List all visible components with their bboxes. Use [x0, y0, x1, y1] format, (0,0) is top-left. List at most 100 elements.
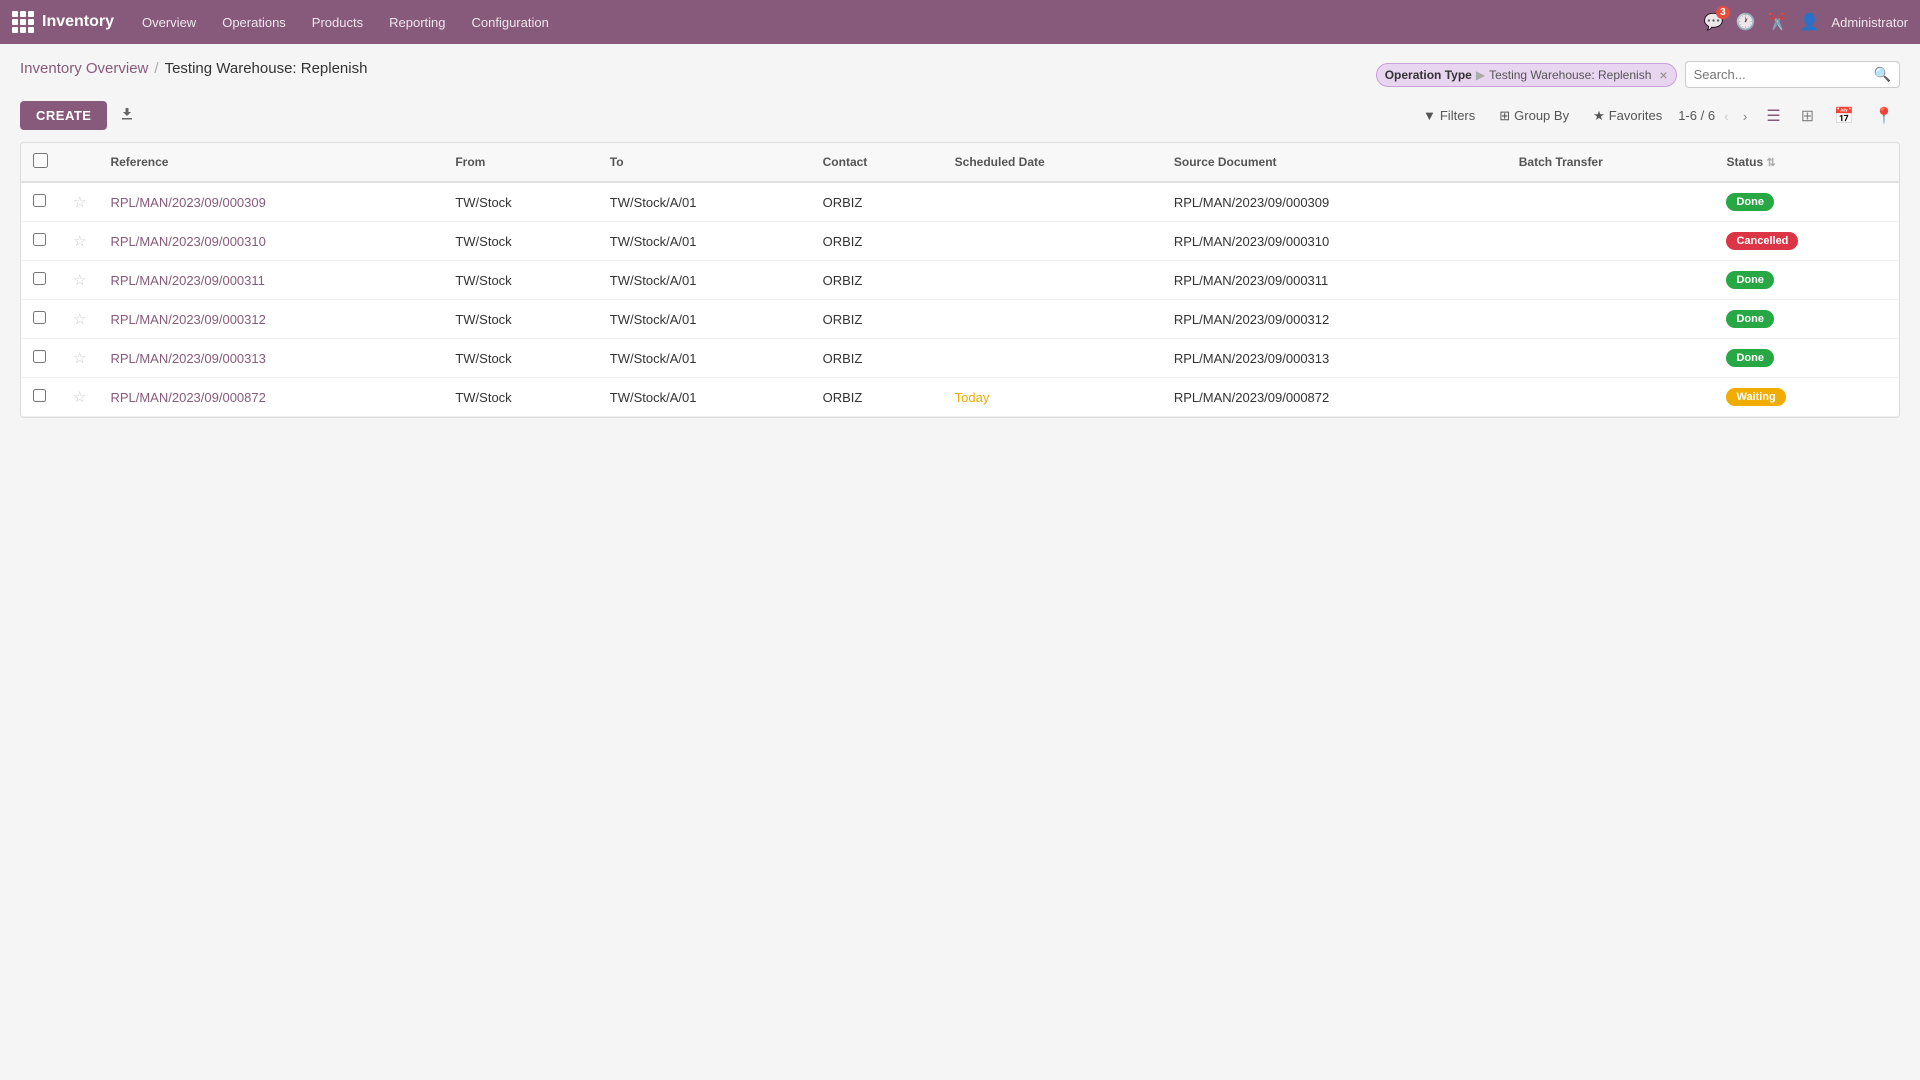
- admin-label: Administrator: [1831, 15, 1908, 30]
- row-reference[interactable]: RPL/MAN/2023/09/000309: [98, 182, 443, 222]
- clock-icon[interactable]: 🕐: [1736, 12, 1756, 32]
- row-reference[interactable]: RPL/MAN/2023/09/000313: [98, 339, 443, 378]
- today-label: Today: [955, 390, 990, 405]
- row-source-document: RPL/MAN/2023/09/000312: [1162, 300, 1507, 339]
- row-status-cell: Cancelled: [1714, 222, 1899, 261]
- settings-icon[interactable]: ✂️: [1768, 12, 1788, 32]
- favorites-button[interactable]: ★ Favorites: [1585, 104, 1670, 128]
- col-header-batch-transfer[interactable]: Batch Transfer: [1507, 143, 1715, 182]
- search-icon[interactable]: 🔍: [1874, 66, 1891, 83]
- status-badge: Cancelled: [1726, 232, 1798, 250]
- col-header-contact[interactable]: Contact: [811, 143, 943, 182]
- pagination-info: 1-6 / 6: [1678, 108, 1715, 123]
- kanban-view-button[interactable]: ⊞: [1795, 102, 1820, 130]
- row-reference[interactable]: RPL/MAN/2023/09/000312: [98, 300, 443, 339]
- row-batch-transfer: [1507, 300, 1715, 339]
- sort-icon: ⇅: [1766, 157, 1775, 169]
- app-logo[interactable]: Inventory: [12, 11, 114, 33]
- main-content: Inventory Overview / Testing Warehouse: …: [0, 44, 1920, 434]
- col-header-source-document[interactable]: Source Document: [1162, 143, 1507, 182]
- row-status-cell: Done: [1714, 339, 1899, 378]
- data-table-wrap: Reference From To Contact Scheduled Date…: [20, 142, 1900, 418]
- row-checkbox[interactable]: [33, 272, 46, 285]
- table-row[interactable]: ☆RPL/MAN/2023/09/000310TW/StockTW/Stock/…: [21, 222, 1899, 261]
- row-checkbox[interactable]: [33, 233, 46, 246]
- breadcrumb-separator: /: [154, 60, 158, 77]
- table-row[interactable]: ☆RPL/MAN/2023/09/000872TW/StockTW/Stock/…: [21, 378, 1899, 417]
- row-from: TW/Stock: [443, 261, 597, 300]
- row-from: TW/Stock: [443, 182, 597, 222]
- row-reference[interactable]: RPL/MAN/2023/09/000311: [98, 261, 443, 300]
- star-icon[interactable]: ☆: [73, 311, 86, 328]
- star-icon[interactable]: ☆: [73, 194, 86, 211]
- table-row[interactable]: ☆ RPL/MAN/2023/09/000309TW/StockTW/Stock/…: [21, 182, 1899, 222]
- search-input[interactable]: [1694, 67, 1874, 82]
- row-scheduled-date: [943, 222, 1162, 261]
- favorites-label: Favorites: [1609, 108, 1662, 123]
- row-scheduled-date: [943, 339, 1162, 378]
- topnav-right: 💬 3 🕐 ✂️ 👤 Administrator: [1704, 12, 1908, 32]
- nav-reporting[interactable]: Reporting: [377, 9, 457, 36]
- row-checkbox[interactable]: [33, 389, 46, 402]
- nav-configuration[interactable]: Configuration: [459, 9, 560, 36]
- star-icon[interactable]: ☆: [73, 272, 86, 289]
- row-batch-transfer: [1507, 182, 1715, 222]
- star-icon[interactable]: ☆: [73, 233, 86, 250]
- star-icon[interactable]: ☆: [73, 350, 86, 367]
- breadcrumb-parent[interactable]: Inventory Overview: [20, 60, 148, 77]
- col-header-to[interactable]: To: [598, 143, 811, 182]
- filters-button[interactable]: ▼ Filters: [1415, 104, 1483, 127]
- row-checkbox[interactable]: [33, 350, 46, 363]
- list-view-button[interactable]: ☰: [1760, 102, 1786, 130]
- row-checkbox[interactable]: [33, 311, 46, 324]
- next-page-button[interactable]: ›: [1738, 106, 1753, 126]
- row-status-cell: Done: [1714, 261, 1899, 300]
- operation-type-filter-tag[interactable]: Operation Type ▶ Testing Warehouse: Repl…: [1376, 63, 1677, 87]
- row-checkbox-cell: [21, 222, 61, 261]
- filter-icon: ▼: [1423, 108, 1436, 123]
- filter-tag-remove-icon[interactable]: ×: [1659, 67, 1667, 83]
- table-row[interactable]: ☆ RPL/MAN/2023/09/000313TW/StockTW/Stock/…: [21, 339, 1899, 378]
- apps-grid-icon[interactable]: [12, 11, 34, 33]
- row-contact: ORBIZ: [811, 222, 943, 261]
- map-view-button[interactable]: 📍: [1868, 102, 1900, 130]
- row-to: TW/Stock/A/01: [598, 300, 811, 339]
- download-button[interactable]: [115, 101, 139, 130]
- row-to: TW/Stock/A/01: [598, 339, 811, 378]
- nav-overview[interactable]: Overview: [130, 9, 208, 36]
- filters-label: Filters: [1440, 108, 1475, 123]
- status-badge: Done: [1726, 310, 1774, 328]
- data-table: Reference From To Contact Scheduled Date…: [21, 143, 1899, 417]
- group-by-button[interactable]: ⊞ Group By: [1491, 104, 1577, 128]
- row-source-document: RPL/MAN/2023/09/000872: [1162, 378, 1507, 417]
- row-reference[interactable]: RPL/MAN/2023/09/000872: [98, 378, 443, 417]
- row-checkbox[interactable]: [33, 194, 46, 207]
- row-batch-transfer: [1507, 339, 1715, 378]
- prev-page-button[interactable]: ‹: [1719, 106, 1734, 126]
- row-source-document: RPL/MAN/2023/09/000311: [1162, 261, 1507, 300]
- chat-icon[interactable]: 💬 3: [1704, 12, 1724, 32]
- create-button[interactable]: CREATE: [20, 101, 107, 130]
- star-icon[interactable]: ☆: [73, 389, 86, 406]
- table-row[interactable]: ☆RPL/MAN/2023/09/000312TW/StockTW/Stock/…: [21, 300, 1899, 339]
- nav-operations[interactable]: Operations: [210, 9, 298, 36]
- calendar-view-button[interactable]: 📅: [1828, 102, 1860, 130]
- row-scheduled-date: [943, 182, 1162, 222]
- select-all-checkbox[interactable]: [33, 153, 48, 168]
- user-icon[interactable]: 👤: [1800, 12, 1820, 32]
- star-header: [61, 143, 98, 182]
- nav-products[interactable]: Products: [300, 9, 375, 36]
- col-header-status[interactable]: Status ⇅: [1714, 143, 1899, 182]
- row-star-cell: ☆: [61, 378, 98, 417]
- row-checkbox-cell: [21, 182, 61, 222]
- filter-tag-label: Operation Type: [1385, 68, 1472, 82]
- pagination: 1-6 / 6 ‹ ›: [1678, 106, 1752, 126]
- col-header-reference[interactable]: Reference: [98, 143, 443, 182]
- row-to: TW/Stock/A/01: [598, 182, 811, 222]
- row-star-cell: ☆: [61, 222, 98, 261]
- row-reference[interactable]: RPL/MAN/2023/09/000310: [98, 222, 443, 261]
- row-from: TW/Stock: [443, 339, 597, 378]
- col-header-from[interactable]: From: [443, 143, 597, 182]
- table-row[interactable]: ☆RPL/MAN/2023/09/000311TW/StockTW/Stock/…: [21, 261, 1899, 300]
- col-header-scheduled-date[interactable]: Scheduled Date: [943, 143, 1162, 182]
